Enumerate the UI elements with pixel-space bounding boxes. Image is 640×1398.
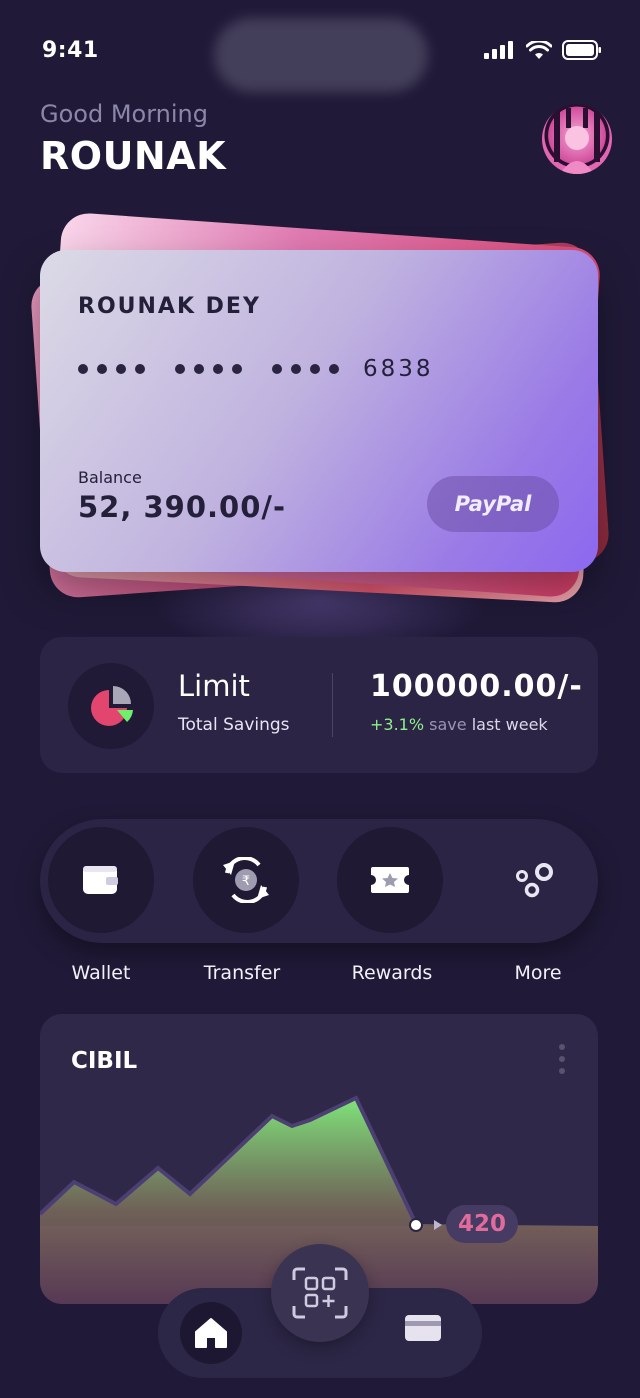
status-time: 9:41 — [42, 38, 99, 63]
card-number: 6838 — [78, 356, 434, 382]
avatar[interactable] — [542, 104, 612, 174]
rupee-transfer-icon: ₹ — [223, 857, 269, 903]
more-circles-icon — [516, 863, 553, 898]
rewards-label: Rewards — [351, 962, 433, 984]
credit-card[interactable]: ROUNAK DEY 6838 Balance 52, 390.00/- Pay… — [40, 250, 598, 572]
card-icon — [405, 1315, 441, 1341]
greeting-subtitle: Good Morning — [40, 100, 208, 128]
wallet-button[interactable] — [48, 827, 154, 933]
balance-label: Balance — [78, 468, 142, 487]
limit-title: Limit — [178, 669, 250, 703]
savings-pie-badge — [68, 663, 154, 749]
dynamic-island — [214, 18, 428, 92]
transfer-button[interactable]: ₹ — [193, 827, 299, 933]
masked-digits — [78, 364, 145, 374]
signal-icon — [484, 41, 513, 59]
wallet-label: Wallet — [71, 962, 131, 984]
change-word: save — [429, 715, 467, 734]
limit-amount: 100000.00/- — [370, 669, 583, 704]
avatar-illustration-icon — [554, 108, 600, 174]
balance-value: 52, 390.00/- — [78, 490, 287, 524]
svg-text:₹: ₹ — [242, 874, 250, 889]
divider — [332, 673, 333, 737]
scan-qr-icon — [292, 1267, 348, 1319]
card-last4: 6838 — [363, 356, 434, 382]
limit-panel: Limit Total Savings 100000.00/- +3.1% sa… — [40, 637, 598, 773]
wifi-icon — [526, 40, 552, 59]
status-icons — [484, 40, 602, 60]
cibil-title: CIBIL — [71, 1048, 138, 1074]
rewards-button[interactable] — [337, 827, 443, 933]
nav-home-button[interactable] — [180, 1302, 242, 1364]
scan-qr-button[interactable] — [271, 1244, 369, 1342]
limit-change: +3.1% save last week — [370, 715, 548, 734]
wallet-icon — [83, 866, 118, 894]
chart-end-point[interactable] — [409, 1218, 423, 1232]
ticket-icon — [371, 867, 409, 893]
cibil-score-badge: 420 — [446, 1205, 518, 1243]
greeting-name: ROUNAK — [40, 134, 227, 178]
more-label: More — [514, 962, 562, 984]
card-holder-name: ROUNAK DEY — [78, 294, 261, 319]
nav-card-button[interactable] — [404, 1314, 442, 1346]
change-period: last week — [471, 715, 548, 734]
home-icon — [195, 1318, 227, 1348]
masked-digits — [272, 364, 339, 374]
transfer-label: Transfer — [203, 962, 281, 984]
masked-digits — [175, 364, 242, 374]
paypal-button[interactable]: PayPal — [427, 476, 559, 532]
pie-chart-icon — [91, 686, 133, 726]
change-percent: +3.1% — [370, 715, 425, 734]
quick-actions-bar: ₹ — [40, 819, 598, 943]
more-button[interactable] — [482, 827, 588, 933]
battery-icon — [562, 40, 601, 60]
limit-subtitle: Total Savings — [178, 715, 290, 735]
kebab-menu-icon[interactable] — [559, 1044, 565, 1074]
